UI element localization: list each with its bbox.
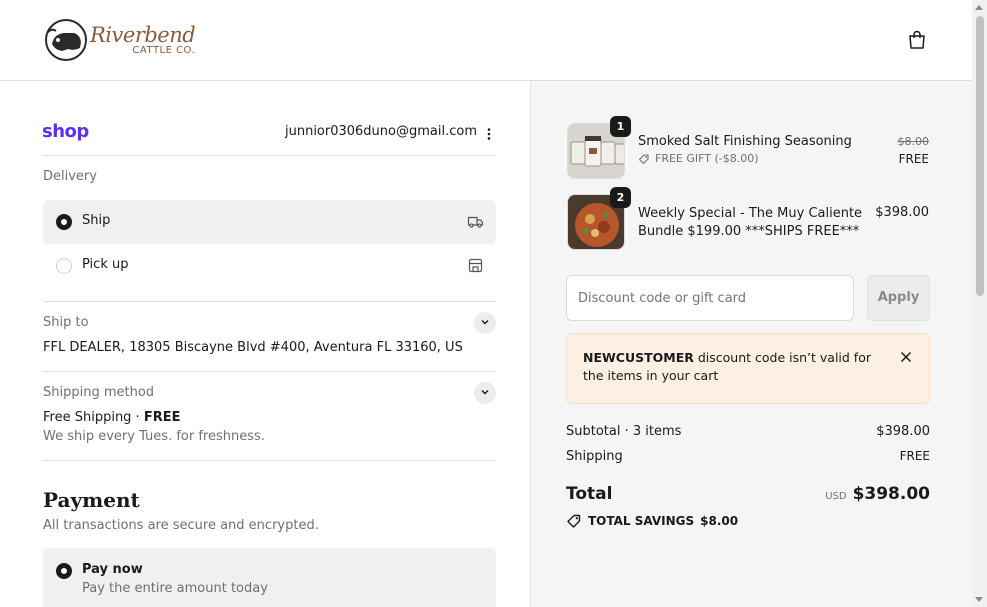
original-price: $8.00 — [897, 135, 930, 148]
more-options-icon[interactable] — [483, 127, 495, 141]
shipping-method-heading: Shipping method — [43, 385, 155, 400]
ship-radio[interactable] — [56, 214, 72, 230]
free-gift-label: FREE GIFT (-$8.00) — [655, 152, 759, 165]
ship-to-expand-button[interactable] — [474, 312, 496, 334]
ship-to-heading: Ship to — [43, 315, 89, 330]
shipping-method-line: Free Shipping · FREE — [43, 410, 180, 425]
close-icon[interactable] — [899, 350, 913, 364]
shipping-row: Shipping FREE — [566, 449, 930, 464]
store-icon — [468, 258, 483, 273]
shipping-method-name: Free Shipping · — [43, 410, 144, 425]
free-gift-tag: FREE GIFT (-$8.00) — [638, 152, 759, 165]
truck-icon — [467, 216, 484, 228]
shipping-method-note: We ship every Tues. for freshness. — [43, 429, 265, 444]
shipping-method-price: FREE — [143, 410, 181, 425]
shipping-value: FREE — [899, 449, 930, 463]
shop-pay-logo: shop — [42, 121, 89, 142]
tag-icon — [638, 153, 649, 164]
total-row: Total USD $398.00 — [566, 484, 930, 504]
discount-error-banner: NEWCUSTOMER discount code isn’t valid fo… — [566, 333, 930, 404]
divider — [43, 155, 496, 156]
currency-code: USD — [825, 491, 847, 502]
cow-logo-icon — [45, 19, 87, 61]
total-value: $398.00 — [852, 484, 930, 504]
savings-label: TOTAL SAVINGS — [588, 514, 695, 528]
chevron-down-icon — [481, 320, 489, 325]
apply-discount-button[interactable]: Apply — [867, 275, 930, 321]
quantity-badge: 2 — [610, 187, 631, 208]
payment-title: Payment — [43, 488, 140, 512]
total-label: Total — [566, 484, 613, 504]
discount-error-text: NEWCUSTOMER discount code isn’t valid fo… — [583, 349, 883, 385]
pay-now-desc: Pay the entire amount today — [82, 581, 268, 596]
scrollbar-thumb[interactable] — [976, 16, 984, 296]
discount-code-input[interactable] — [566, 275, 854, 321]
subtotal-label: Subtotal · 3 items — [566, 424, 682, 439]
logo-subtext: CATTLE CO. — [132, 44, 196, 56]
product-name-line: Bundle $199.00 ***SHIPS FREE*** — [638, 224, 860, 239]
account-email: junnior0306duno@gmail.com — [284, 124, 477, 139]
scroll-up-arrow-icon[interactable] — [975, 5, 983, 10]
divider — [43, 301, 496, 302]
pay-now-label: Pay now — [82, 562, 143, 577]
site-header: Riverbend CATTLE CO. — [0, 0, 972, 81]
pay-now-radio[interactable] — [56, 563, 72, 579]
savings-value: $8.00 — [700, 514, 739, 528]
delivery-heading: Delivery — [43, 169, 97, 184]
product-price: $398.00 — [875, 205, 929, 220]
shopping-bag-icon[interactable] — [906, 29, 928, 51]
payment-subtitle: All transactions are secure and encrypte… — [43, 518, 319, 533]
pickup-radio[interactable] — [56, 258, 72, 274]
pickup-label: Pick up — [82, 257, 129, 272]
divider — [43, 371, 496, 372]
scroll-down-arrow-icon[interactable] — [975, 597, 983, 602]
product-name: Weekly Special - The Muy Caliente Bundle… — [638, 205, 862, 241]
delivery-option-ship[interactable]: Ship — [43, 200, 496, 244]
subtotal-value: $398.00 — [876, 424, 930, 439]
ship-to-address: FFL DEALER, 18305 Biscayne Blvd #400, Av… — [43, 340, 463, 355]
subtotal-row: Subtotal · 3 items $398.00 — [566, 424, 930, 439]
logo-script-text: Riverbend — [90, 22, 196, 47]
tag-icon — [567, 514, 581, 528]
divider — [43, 460, 496, 461]
product-price: FREE — [898, 152, 929, 166]
shipping-method-expand-button[interactable] — [474, 382, 496, 404]
payment-option-pay-now[interactable]: Pay now Pay the entire amount today — [43, 548, 496, 607]
ship-label: Ship — [82, 213, 111, 228]
total-savings: TOTAL SAVINGS $8.00 — [566, 513, 738, 529]
product-name: Smoked Salt Finishing Seasoning — [638, 134, 852, 149]
brand-logo[interactable]: Riverbend CATTLE CO. — [44, 18, 204, 62]
page-scrollbar[interactable] — [972, 0, 987, 607]
product-name-line: Weekly Special - The Muy Caliente — [638, 206, 863, 221]
chevron-down-icon — [481, 390, 489, 395]
discount-code: NEWCUSTOMER — [583, 350, 694, 365]
order-summary: 1 Smoked Salt Finishing Seasoning FREE G… — [530, 81, 972, 607]
quantity-badge: 1 — [610, 116, 631, 137]
shipping-label: Shipping — [566, 449, 623, 464]
delivery-option-pickup[interactable]: Pick up — [43, 244, 496, 288]
checkout-form: shop junnior0306duno@gmail.com Delivery … — [0, 81, 530, 607]
